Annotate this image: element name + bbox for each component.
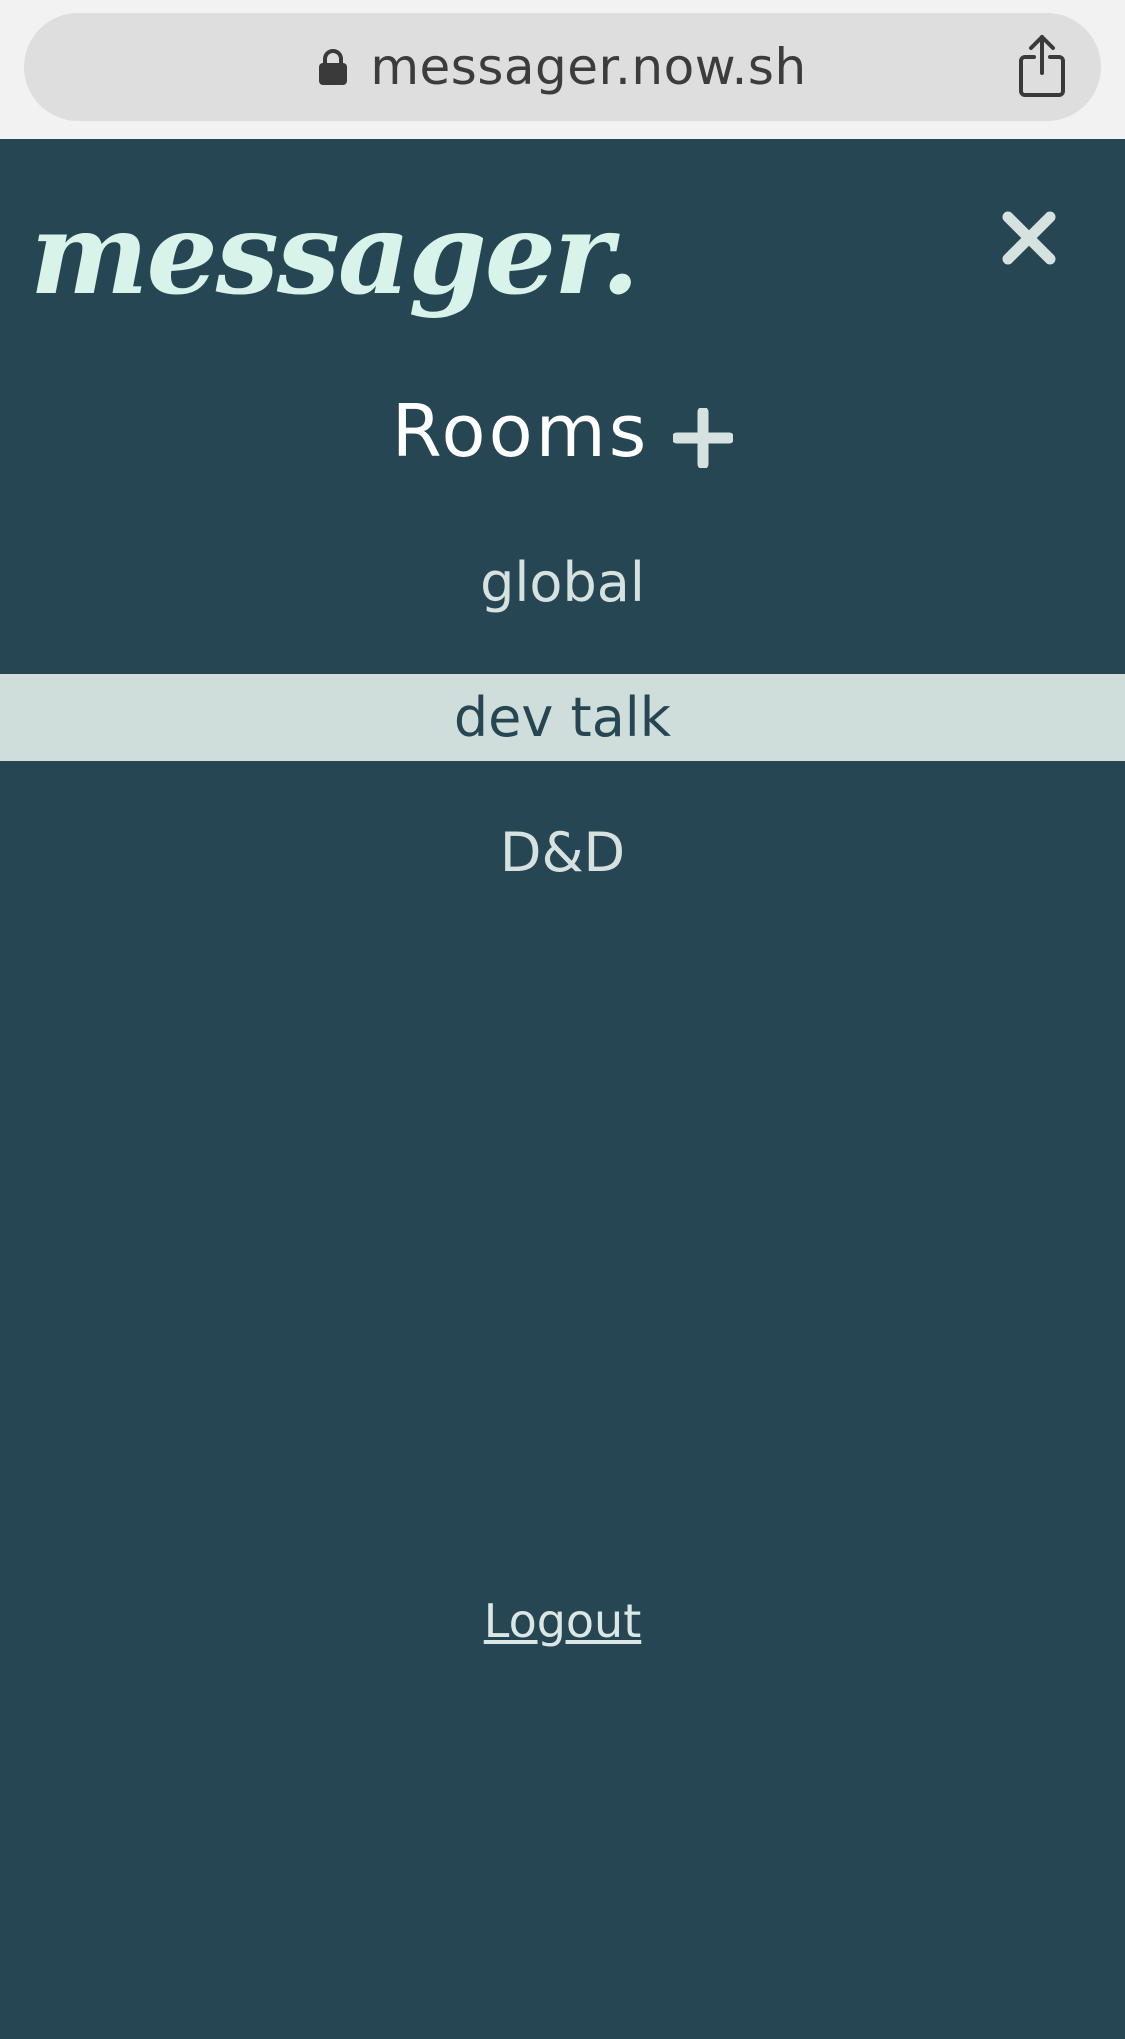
url-text: messager.now.sh <box>370 38 807 96</box>
browser-bar: messager.now.sh <box>0 0 1125 139</box>
rooms-drawer: messager. Rooms global dev talk D&D Logo… <box>0 139 1125 2039</box>
app-logo: messager. <box>30 189 640 320</box>
close-icon[interactable] <box>1000 209 1058 267</box>
rooms-title: Rooms <box>391 389 650 473</box>
lock-icon <box>319 49 348 85</box>
rooms-header: Rooms <box>0 389 1125 473</box>
room-item-global[interactable]: global <box>0 539 1125 626</box>
address-content: messager.now.sh <box>24 13 1101 121</box>
room-list: global dev talk D&D <box>0 539 1125 944</box>
room-item-dnd[interactable]: D&D <box>0 809 1125 896</box>
plus-icon[interactable] <box>673 408 734 468</box>
room-item-dev-talk[interactable]: dev talk <box>0 674 1125 761</box>
share-icon[interactable] <box>1017 33 1067 99</box>
address-bar[interactable]: messager.now.sh <box>24 13 1101 121</box>
logout-link[interactable]: Logout <box>0 1594 1125 1648</box>
